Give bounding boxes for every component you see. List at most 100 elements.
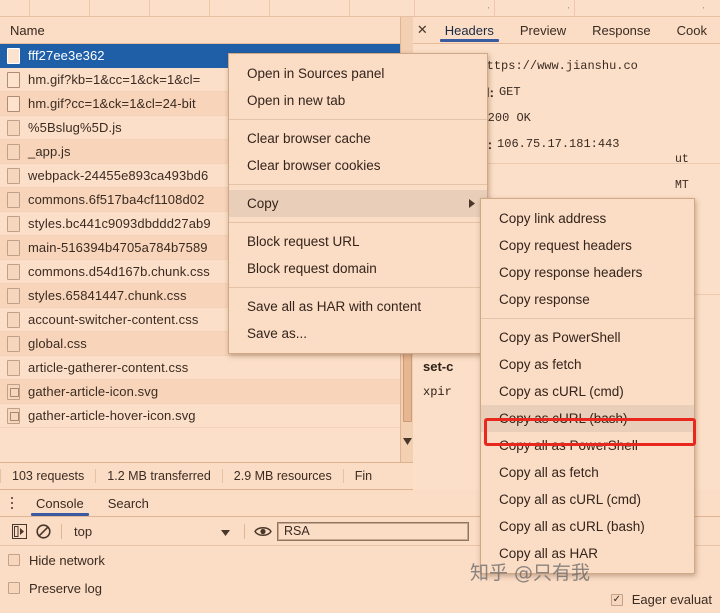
tab-headers[interactable]: Headers xyxy=(432,17,507,44)
request-row-name: commons.6f517ba4cf1108d02 xyxy=(28,192,205,207)
checkbox[interactable] xyxy=(8,582,20,594)
toolbar-cell[interactable] xyxy=(210,0,270,16)
tab-console[interactable]: Console xyxy=(24,490,96,517)
menu-separator xyxy=(229,119,487,120)
request-row[interactable]: article-gatherer-content.css xyxy=(0,356,412,380)
copy-submenu-item[interactable]: Copy as fetch xyxy=(481,351,694,378)
clear-console-icon[interactable] xyxy=(31,517,55,546)
menu-item-label: Copy as fetch xyxy=(499,357,582,372)
context-menu-item[interactable]: Open in new tab xyxy=(229,87,487,114)
watermark: 知乎 @只有我 xyxy=(470,562,591,584)
menu-item-label: Copy response xyxy=(499,292,590,307)
document-icon xyxy=(7,215,20,232)
copy-submenu-item[interactable]: Copy response xyxy=(481,286,694,313)
header-value: 200 OK xyxy=(487,111,531,125)
toolbar-cell[interactable] xyxy=(0,0,30,16)
file-icon xyxy=(7,47,20,64)
request-row[interactable]: gather-article-hover-icon.svg xyxy=(0,404,412,428)
menu-item-label: Copy all as PowerShell xyxy=(499,438,638,453)
console-filter-input[interactable]: RSA xyxy=(277,521,469,541)
toolbar-cell[interactable]: ' xyxy=(575,0,720,16)
context-menu-item[interactable]: Block request URL xyxy=(229,228,487,255)
copy-submenu-item[interactable]: Copy all as PowerShell xyxy=(481,432,694,459)
menu-item-label: Copy all as cURL (bash) xyxy=(499,519,645,534)
menu-item-label: Copy xyxy=(247,196,279,211)
request-row-name: styles.bc441c9093dbddd27ab9 xyxy=(28,216,211,231)
more-options-icon[interactable] xyxy=(0,490,24,517)
copy-submenu-item[interactable]: Copy as cURL (bash) xyxy=(481,405,694,432)
console-filter-value: RSA xyxy=(284,524,310,538)
copy-submenu-item[interactable]: Copy all as cURL (bash) xyxy=(481,513,694,540)
svg-file-icon xyxy=(7,383,20,400)
document-icon xyxy=(7,119,20,136)
checkbox[interactable] xyxy=(610,593,623,606)
copy-submenu-item[interactable]: Copy all as cURL (cmd) xyxy=(481,486,694,513)
context-menu-item[interactable]: Open in Sources panel xyxy=(229,60,487,87)
scrollbar-thumb[interactable] xyxy=(403,347,412,422)
toolbar-cell[interactable]: ' xyxy=(415,0,495,16)
copy-submenu-item[interactable]: Copy as PowerShell xyxy=(481,324,694,351)
tab-preview[interactable]: Preview xyxy=(507,17,579,44)
context-menu-item[interactable]: Save all as HAR with content xyxy=(229,293,487,320)
context-menu-item[interactable]: Copy xyxy=(229,190,487,217)
request-row-name: webpack-24455e893ca493bd6 xyxy=(28,168,209,183)
document-icon xyxy=(7,143,20,160)
timeline-tick: ' xyxy=(487,7,489,14)
menu-item-label: Copy link address xyxy=(499,211,607,226)
timeline-tick: ' xyxy=(702,7,704,14)
request-row-name: hm.gif?kb=1&cc=1&ck=1&cl= xyxy=(28,72,201,87)
checkbox[interactable] xyxy=(8,554,20,566)
status-requests: 103 requests xyxy=(0,469,97,483)
request-row[interactable]: gather-article-icon.svg xyxy=(0,380,412,404)
request-row-name: fff27ee3e362 xyxy=(28,48,105,63)
setting-label: Hide network xyxy=(29,552,105,568)
context-menu[interactable]: Open in Sources panel Open in new tab Clea… xyxy=(228,53,488,354)
request-row-name: gather-article-hover-icon.svg xyxy=(28,408,196,423)
column-header-name[interactable]: Name xyxy=(0,23,45,38)
show-console-sidebar-icon[interactable] xyxy=(7,517,31,546)
document-icon xyxy=(7,287,20,304)
copy-submenu-item[interactable]: Copy response headers xyxy=(481,259,694,286)
toolbar-cell[interactable] xyxy=(350,0,415,16)
tab-search[interactable]: Search xyxy=(96,490,161,517)
setting-label: Eager evaluat xyxy=(631,592,712,607)
value-fragment: ut xyxy=(675,153,689,166)
status-resources: 2.9 MB resources xyxy=(223,469,344,483)
setting-label: Preserve log xyxy=(29,580,102,596)
setting-eager-evaluation[interactable]: Eager evaluat xyxy=(610,592,712,607)
tab-response[interactable]: Response xyxy=(579,17,664,44)
context-menu-item[interactable]: Clear browser cookies xyxy=(229,152,487,179)
toolbar-cell[interactable] xyxy=(270,0,350,16)
menu-separator xyxy=(481,318,694,319)
detail-tabstrip[interactable]: ✕ Headers Preview Response Cook xyxy=(413,17,720,44)
copy-submenu-item[interactable]: Copy request headers xyxy=(481,232,694,259)
chevron-down-icon xyxy=(221,524,230,539)
toolbar-cell[interactable] xyxy=(90,0,150,16)
request-row-name: %5Bslug%5D.js xyxy=(28,120,122,135)
live-expression-icon[interactable] xyxy=(251,517,275,546)
copy-submenu-item[interactable]: Copy link address xyxy=(481,205,694,232)
timeline-tick: ' xyxy=(567,7,569,14)
request-row-name: commons.d54d167b.chunk.css xyxy=(28,264,210,279)
toolbar-cell[interactable]: ' xyxy=(495,0,575,16)
request-list-header[interactable]: Name xyxy=(0,17,412,44)
execution-context-selector[interactable]: top xyxy=(68,524,238,539)
copy-submenu-item[interactable]: Copy as cURL (cmd) xyxy=(481,378,694,405)
menu-item-label: Open in new tab xyxy=(247,93,346,108)
copy-submenu[interactable]: Copy link address Copy request headers Cop… xyxy=(480,198,695,574)
toolbar-cell[interactable] xyxy=(150,0,210,16)
context-menu-item[interactable]: Clear browser cache xyxy=(229,125,487,152)
context-menu-item[interactable]: Block request domain xyxy=(229,255,487,282)
network-toolbar-strip[interactable]: ' ' ' xyxy=(0,0,720,17)
copy-submenu-item[interactable]: Copy all as fetch xyxy=(481,459,694,486)
tab-cookies[interactable]: Cook xyxy=(664,17,720,44)
document-icon xyxy=(7,167,20,184)
request-row-name: _app.js xyxy=(28,144,71,159)
toolbar-cell[interactable] xyxy=(30,0,90,16)
close-icon[interactable]: ✕ xyxy=(413,22,432,38)
menu-item-label: Save all as HAR with content xyxy=(247,299,422,314)
context-menu-item[interactable]: Save as... xyxy=(229,320,487,347)
request-row-name: gather-article-icon.svg xyxy=(28,384,159,399)
menu-item-label: Copy as cURL (bash) xyxy=(499,411,628,426)
divider xyxy=(244,523,245,539)
